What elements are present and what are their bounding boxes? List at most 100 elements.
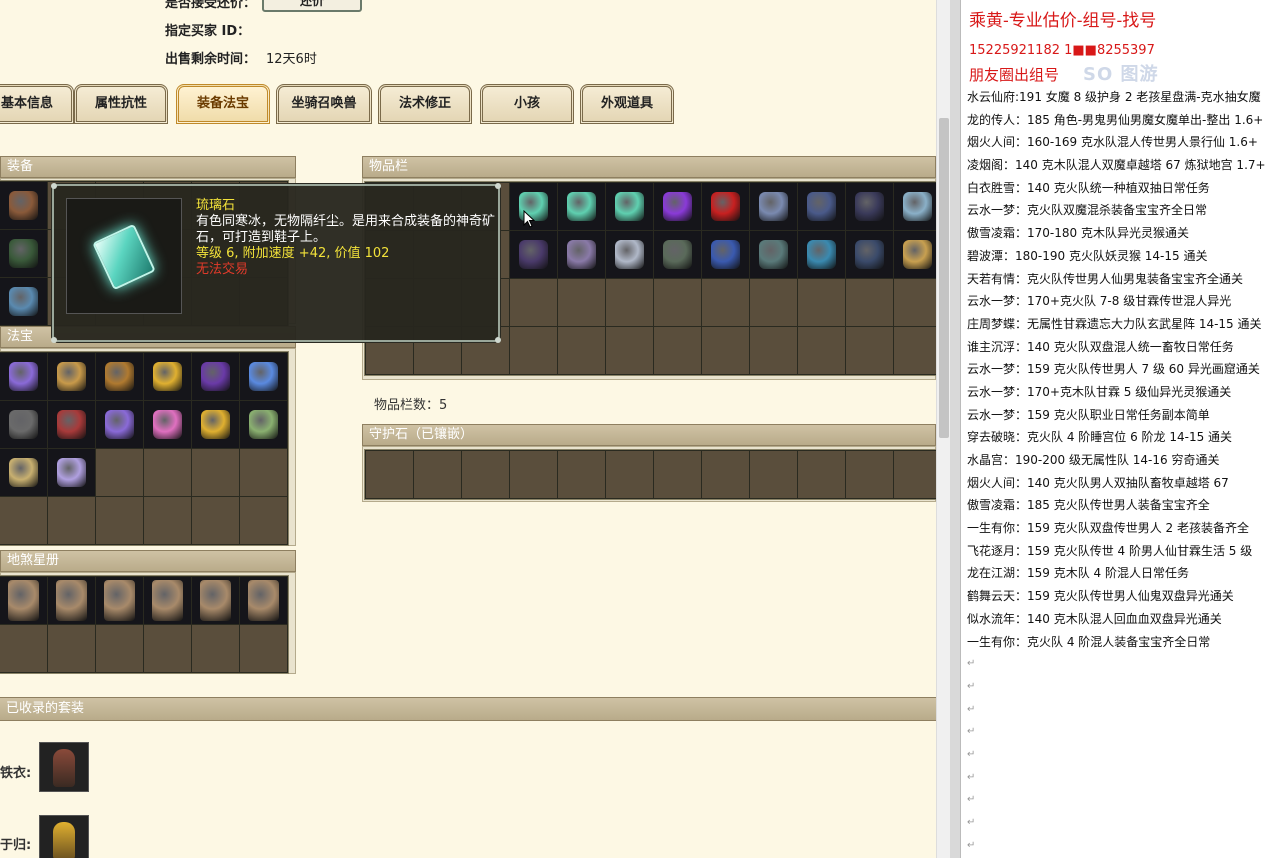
item-slot[interactable] bbox=[702, 327, 749, 374]
item-slot[interactable] bbox=[366, 451, 413, 498]
item-slot[interactable] bbox=[606, 451, 653, 498]
item-slot[interactable] bbox=[558, 451, 605, 498]
item-slot[interactable] bbox=[48, 401, 95, 448]
item-slot[interactable] bbox=[798, 279, 845, 326]
item-slot[interactable] bbox=[606, 231, 653, 278]
tab-attributes[interactable]: 属性抗性 bbox=[74, 84, 168, 124]
item-slot[interactable] bbox=[846, 279, 893, 326]
tab-children[interactable]: 小孩 bbox=[480, 84, 574, 124]
item-slot[interactable] bbox=[798, 451, 845, 498]
item-slot[interactable] bbox=[0, 401, 47, 448]
item-slot[interactable] bbox=[558, 231, 605, 278]
item-slot[interactable] bbox=[240, 577, 287, 624]
item-slot[interactable] bbox=[894, 451, 936, 498]
item-slot[interactable] bbox=[894, 231, 936, 278]
fabao-icon bbox=[153, 410, 182, 439]
note-line: 碧波潭：180-190 克火队妖灵猴 14-15 通关 bbox=[967, 248, 1208, 263]
item-slot[interactable] bbox=[462, 451, 509, 498]
item-slot[interactable] bbox=[48, 625, 95, 672]
item-slot[interactable] bbox=[846, 231, 893, 278]
item-slot[interactable] bbox=[0, 230, 47, 277]
item-slot[interactable] bbox=[0, 182, 47, 229]
item-slot[interactable] bbox=[750, 327, 797, 374]
item-slot[interactable] bbox=[750, 183, 797, 230]
item-slot[interactable] bbox=[510, 451, 557, 498]
item-slot[interactable] bbox=[144, 497, 191, 544]
item-slot[interactable] bbox=[96, 401, 143, 448]
item-slot[interactable] bbox=[240, 353, 287, 400]
item-slot[interactable] bbox=[750, 279, 797, 326]
item-slot[interactable] bbox=[192, 577, 239, 624]
item-slot[interactable] bbox=[0, 625, 47, 672]
item-slot[interactable] bbox=[0, 577, 47, 624]
item-slot[interactable] bbox=[510, 327, 557, 374]
item-slot[interactable] bbox=[240, 401, 287, 448]
item-slot[interactable] bbox=[192, 401, 239, 448]
item-slot[interactable] bbox=[606, 183, 653, 230]
scrollbar-thumb[interactable] bbox=[939, 118, 949, 438]
item-slot[interactable] bbox=[510, 231, 557, 278]
item-slot[interactable] bbox=[144, 577, 191, 624]
confirm-button[interactable]: 还价 bbox=[262, 0, 362, 12]
item-slot[interactable] bbox=[144, 449, 191, 496]
item-slot[interactable] bbox=[702, 279, 749, 326]
item-slot[interactable] bbox=[0, 278, 47, 325]
item-slot[interactable] bbox=[510, 279, 557, 326]
item-slot[interactable] bbox=[240, 497, 287, 544]
item-slot[interactable] bbox=[96, 449, 143, 496]
item-slot[interactable] bbox=[144, 401, 191, 448]
item-slot[interactable] bbox=[414, 451, 461, 498]
item-slot[interactable] bbox=[96, 353, 143, 400]
item-slot[interactable] bbox=[96, 497, 143, 544]
item-slot[interactable] bbox=[654, 183, 701, 230]
tab-basic-info[interactable]: 基本信息 bbox=[0, 84, 74, 124]
item-slot[interactable] bbox=[846, 451, 893, 498]
item-slot[interactable] bbox=[96, 625, 143, 672]
item-slot[interactable] bbox=[48, 577, 95, 624]
item-slot[interactable] bbox=[654, 327, 701, 374]
item-slot[interactable] bbox=[240, 449, 287, 496]
item-slot[interactable] bbox=[654, 451, 701, 498]
item-slot[interactable] bbox=[702, 183, 749, 230]
item-slot[interactable] bbox=[606, 327, 653, 374]
item-slot[interactable] bbox=[0, 353, 47, 400]
item-slot[interactable] bbox=[702, 231, 749, 278]
tab-equipment[interactable]: 装备法宝 bbox=[176, 84, 270, 124]
tab-cosmetics[interactable]: 外观道具 bbox=[580, 84, 674, 124]
item-slot[interactable] bbox=[96, 577, 143, 624]
suit-image[interactable] bbox=[39, 742, 89, 792]
suit-image[interactable] bbox=[39, 815, 89, 858]
item-slot[interactable] bbox=[894, 183, 936, 230]
item-slot[interactable] bbox=[192, 353, 239, 400]
item-slot[interactable] bbox=[192, 449, 239, 496]
item-slot[interactable] bbox=[558, 279, 605, 326]
item-slot[interactable] bbox=[654, 279, 701, 326]
item-slot[interactable] bbox=[750, 451, 797, 498]
item-slot[interactable] bbox=[48, 449, 95, 496]
item-slot[interactable] bbox=[846, 183, 893, 230]
item-slot[interactable] bbox=[48, 497, 95, 544]
page-scrollbar[interactable] bbox=[936, 0, 950, 858]
item-slot[interactable] bbox=[798, 231, 845, 278]
tab-spell-mods[interactable]: 法术修正 bbox=[378, 84, 472, 124]
item-slot[interactable] bbox=[798, 183, 845, 230]
item-slot[interactable] bbox=[750, 231, 797, 278]
item-slot[interactable] bbox=[606, 279, 653, 326]
item-slot[interactable] bbox=[894, 279, 936, 326]
item-slot[interactable] bbox=[894, 327, 936, 374]
item-slot[interactable] bbox=[654, 231, 701, 278]
item-slot[interactable] bbox=[558, 183, 605, 230]
tab-mounts-pets[interactable]: 坐骑召唤兽 bbox=[276, 84, 372, 124]
item-slot[interactable] bbox=[144, 625, 191, 672]
item-slot[interactable] bbox=[48, 353, 95, 400]
item-slot[interactable] bbox=[798, 327, 845, 374]
item-slot[interactable] bbox=[0, 449, 47, 496]
item-slot[interactable] bbox=[240, 625, 287, 672]
item-slot[interactable] bbox=[192, 625, 239, 672]
item-slot[interactable] bbox=[192, 497, 239, 544]
item-slot[interactable] bbox=[0, 497, 47, 544]
item-slot[interactable] bbox=[702, 451, 749, 498]
item-slot[interactable] bbox=[144, 353, 191, 400]
item-slot[interactable] bbox=[846, 327, 893, 374]
item-slot[interactable] bbox=[558, 327, 605, 374]
